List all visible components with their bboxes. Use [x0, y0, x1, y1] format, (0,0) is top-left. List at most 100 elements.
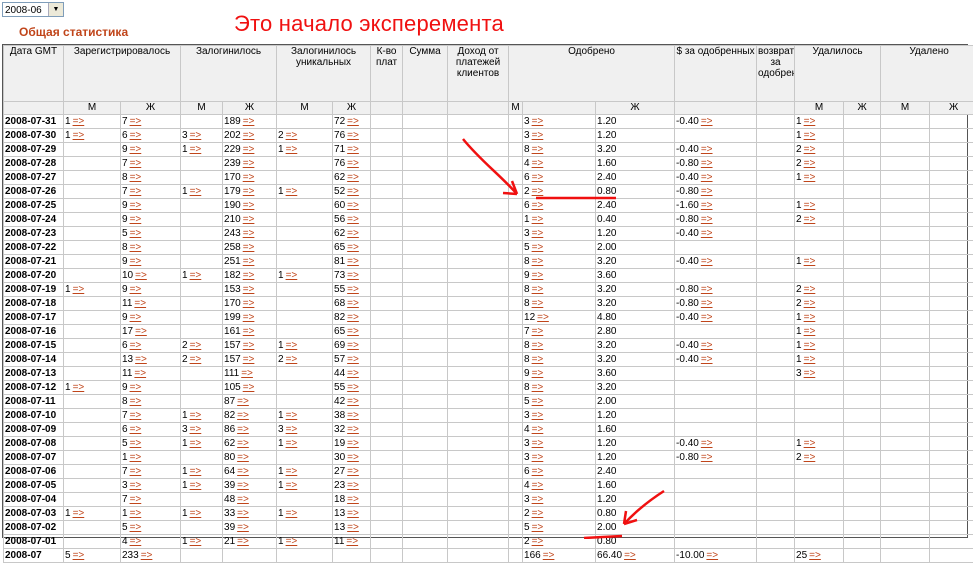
details-link[interactable]: =>: [286, 144, 298, 155]
details-link[interactable]: =>: [347, 172, 359, 183]
details-link[interactable]: =>: [73, 284, 85, 295]
details-link[interactable]: =>: [701, 214, 713, 225]
details-link[interactable]: =>: [243, 116, 255, 127]
details-link[interactable]: =>: [286, 536, 298, 547]
details-link[interactable]: =>: [243, 144, 255, 155]
details-link[interactable]: =>: [130, 256, 142, 267]
details-link[interactable]: =>: [134, 298, 146, 309]
details-link[interactable]: =>: [532, 536, 544, 547]
details-link[interactable]: =>: [532, 284, 544, 295]
details-link[interactable]: =>: [135, 270, 147, 281]
details-link[interactable]: =>: [237, 508, 249, 519]
details-link[interactable]: =>: [347, 270, 359, 281]
details-link[interactable]: =>: [243, 354, 255, 365]
details-link[interactable]: =>: [347, 522, 359, 533]
details-link[interactable]: =>: [804, 256, 816, 267]
details-link[interactable]: =>: [130, 172, 142, 183]
details-link[interactable]: =>: [532, 508, 544, 519]
details-link[interactable]: =>: [130, 522, 142, 533]
details-link[interactable]: =>: [532, 242, 544, 253]
details-link[interactable]: =>: [130, 228, 142, 239]
details-link[interactable]: =>: [804, 368, 816, 379]
details-link[interactable]: =>: [347, 452, 359, 463]
details-link[interactable]: =>: [804, 354, 816, 365]
details-link[interactable]: =>: [701, 144, 713, 155]
details-link[interactable]: =>: [804, 312, 816, 323]
details-link[interactable]: =>: [130, 382, 142, 393]
details-link[interactable]: =>: [804, 340, 816, 351]
details-link[interactable]: =>: [73, 382, 85, 393]
details-link[interactable]: =>: [532, 200, 544, 211]
details-link[interactable]: =>: [532, 214, 544, 225]
details-link[interactable]: =>: [286, 438, 298, 449]
details-link[interactable]: =>: [532, 382, 544, 393]
details-link[interactable]: =>: [809, 550, 821, 561]
details-link[interactable]: =>: [190, 466, 202, 477]
details-link[interactable]: =>: [347, 354, 359, 365]
details-link[interactable]: =>: [532, 256, 544, 267]
details-link[interactable]: =>: [130, 494, 142, 505]
details-link[interactable]: =>: [532, 144, 544, 155]
details-link[interactable]: =>: [286, 340, 298, 351]
details-link[interactable]: =>: [347, 116, 359, 127]
details-link[interactable]: =>: [241, 368, 253, 379]
details-link[interactable]: =>: [701, 312, 713, 323]
details-link[interactable]: =>: [532, 298, 544, 309]
details-link[interactable]: =>: [141, 550, 153, 561]
details-link[interactable]: =>: [130, 186, 142, 197]
details-link[interactable]: =>: [130, 452, 142, 463]
details-link[interactable]: =>: [286, 270, 298, 281]
details-link[interactable]: =>: [537, 312, 549, 323]
details-link[interactable]: =>: [237, 522, 249, 533]
details-link[interactable]: =>: [532, 116, 544, 127]
details-link[interactable]: =>: [243, 312, 255, 323]
details-link[interactable]: =>: [804, 326, 816, 337]
details-link[interactable]: =>: [130, 466, 142, 477]
details-link[interactable]: =>: [701, 452, 713, 463]
details-link[interactable]: =>: [286, 424, 298, 435]
details-link[interactable]: =>: [130, 424, 142, 435]
details-link[interactable]: =>: [347, 494, 359, 505]
details-link[interactable]: =>: [532, 354, 544, 365]
details-link[interactable]: =>: [706, 550, 718, 561]
details-link[interactable]: =>: [130, 116, 142, 127]
details-link[interactable]: =>: [130, 242, 142, 253]
details-link[interactable]: =>: [190, 424, 202, 435]
details-link[interactable]: =>: [237, 452, 249, 463]
details-link[interactable]: =>: [190, 186, 202, 197]
chevron-down-icon[interactable]: ▼: [48, 3, 63, 16]
details-link[interactable]: =>: [130, 536, 142, 547]
details-link[interactable]: =>: [701, 340, 713, 351]
details-link[interactable]: =>: [347, 326, 359, 337]
details-link[interactable]: =>: [701, 228, 713, 239]
details-link[interactable]: =>: [135, 354, 147, 365]
details-link[interactable]: =>: [73, 508, 85, 519]
details-link[interactable]: =>: [243, 270, 255, 281]
details-link[interactable]: =>: [237, 494, 249, 505]
details-link[interactable]: =>: [701, 298, 713, 309]
details-link[interactable]: =>: [532, 452, 544, 463]
month-select[interactable]: 2008-06 ▼: [2, 2, 64, 17]
details-link[interactable]: =>: [347, 144, 359, 155]
details-link[interactable]: =>: [532, 130, 544, 141]
details-link[interactable]: =>: [243, 158, 255, 169]
details-link[interactable]: =>: [347, 424, 359, 435]
details-link[interactable]: =>: [347, 256, 359, 267]
details-link[interactable]: =>: [130, 480, 142, 491]
details-link[interactable]: =>: [347, 186, 359, 197]
details-link[interactable]: =>: [243, 228, 255, 239]
details-link[interactable]: =>: [347, 410, 359, 421]
details-link[interactable]: =>: [532, 424, 544, 435]
details-link[interactable]: =>: [532, 186, 544, 197]
details-link[interactable]: =>: [347, 214, 359, 225]
details-link[interactable]: =>: [130, 214, 142, 225]
details-link[interactable]: =>: [237, 536, 249, 547]
details-link[interactable]: =>: [190, 410, 202, 421]
details-link[interactable]: =>: [73, 130, 85, 141]
details-link[interactable]: =>: [804, 214, 816, 225]
details-link[interactable]: =>: [130, 200, 142, 211]
details-link[interactable]: =>: [701, 256, 713, 267]
details-link[interactable]: =>: [347, 368, 359, 379]
details-link[interactable]: =>: [286, 466, 298, 477]
details-link[interactable]: =>: [130, 284, 142, 295]
